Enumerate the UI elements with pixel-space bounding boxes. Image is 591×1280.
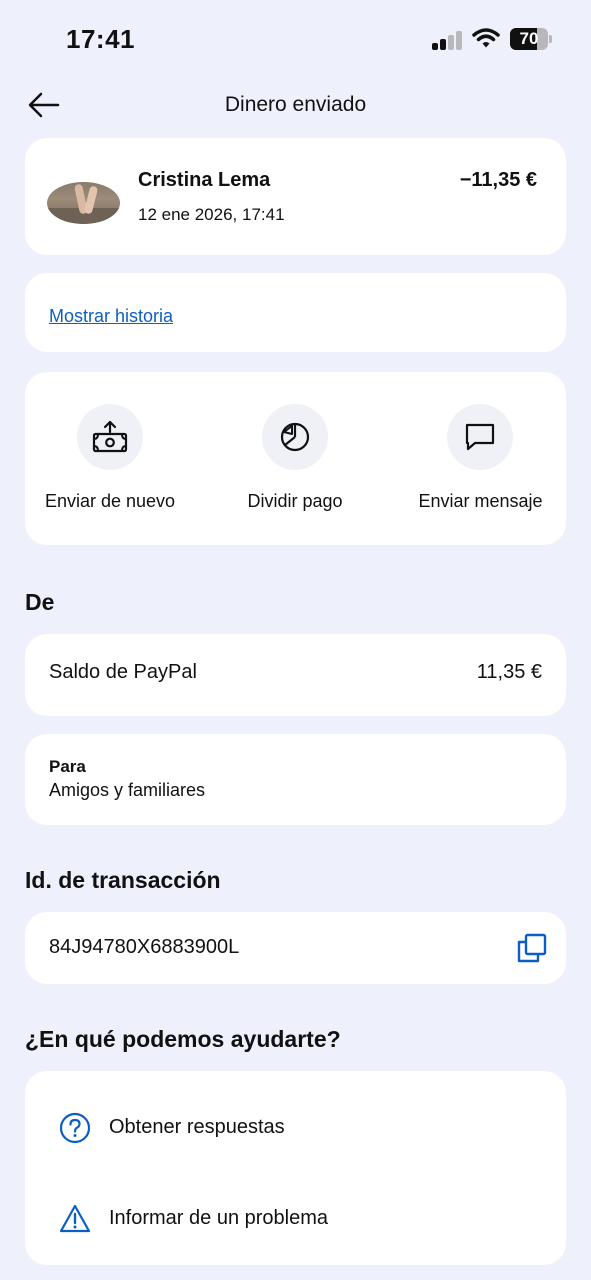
copy-icon[interactable] — [516, 932, 548, 964]
show-history-link[interactable]: Mostrar historia — [49, 306, 173, 327]
send-message-button[interactable]: Enviar mensaje — [395, 372, 566, 544]
report-problem-button[interactable]: Informar de un problema — [25, 1189, 566, 1249]
money-send-icon — [77, 404, 143, 470]
help-section-title: ¿En qué podemos ayudarte? — [25, 1026, 341, 1052]
wifi-icon — [472, 27, 500, 49]
pie-chart-icon — [262, 404, 328, 470]
from-section-title: De — [25, 589, 55, 615]
purpose-label: Para — [49, 757, 86, 776]
report-problem-label: Informar de un problema — [109, 1207, 329, 1229]
send-message-label: Enviar mensaje — [418, 491, 543, 511]
transaction-date: 12 ene 2026, 17:41 — [138, 205, 285, 224]
transaction-amount: −11,35 € — [459, 169, 537, 191]
transaction-id-card: 84J94780X6883900L — [25, 912, 566, 984]
transaction-summary-card: Cristina Lema 12 ene 2026, 17:41 −11,35 … — [25, 138, 566, 255]
funding-source-label: Saldo de PayPal — [49, 661, 197, 683]
get-answers-label: Obtener respuestas — [109, 1116, 285, 1138]
transaction-id-value: 84J94780X6883900L — [49, 936, 240, 958]
battery-level: 70 — [519, 29, 539, 48]
question-circle-icon — [59, 1112, 91, 1144]
split-payment-button[interactable]: Dividir pago — [210, 372, 380, 544]
purpose-card: Para Amigos y familiares — [25, 734, 566, 825]
history-card: Mostrar historia — [25, 273, 566, 352]
send-again-button[interactable]: Enviar de nuevo — [25, 372, 195, 544]
message-icon — [447, 404, 513, 470]
funding-source-card: Saldo de PayPal 11,35 € — [25, 634, 566, 716]
actions-card: Enviar de nuevo Dividir pago Enviar mens… — [25, 372, 566, 545]
status-bar: 17:41 70 — [0, 0, 591, 80]
status-time: 17:41 — [66, 24, 135, 54]
page-title: Dinero enviado — [224, 93, 367, 116]
contact-name: Cristina Lema — [138, 169, 271, 191]
battery-icon: 70 — [510, 28, 552, 50]
warning-triangle-icon — [59, 1203, 91, 1235]
funding-source-amount: 11,35 € — [476, 661, 542, 683]
avatar — [47, 182, 120, 224]
get-answers-button[interactable]: Obtener respuestas — [25, 1098, 566, 1158]
send-again-label: Enviar de nuevo — [44, 491, 176, 511]
help-card: Obtener respuestas Informar de un proble… — [25, 1071, 566, 1265]
cellular-signal-icon — [432, 30, 464, 50]
split-payment-label: Dividir pago — [247, 491, 343, 511]
transaction-id-title: Id. de transacción — [25, 867, 221, 893]
purpose-value: Amigos y familiares — [49, 780, 206, 800]
